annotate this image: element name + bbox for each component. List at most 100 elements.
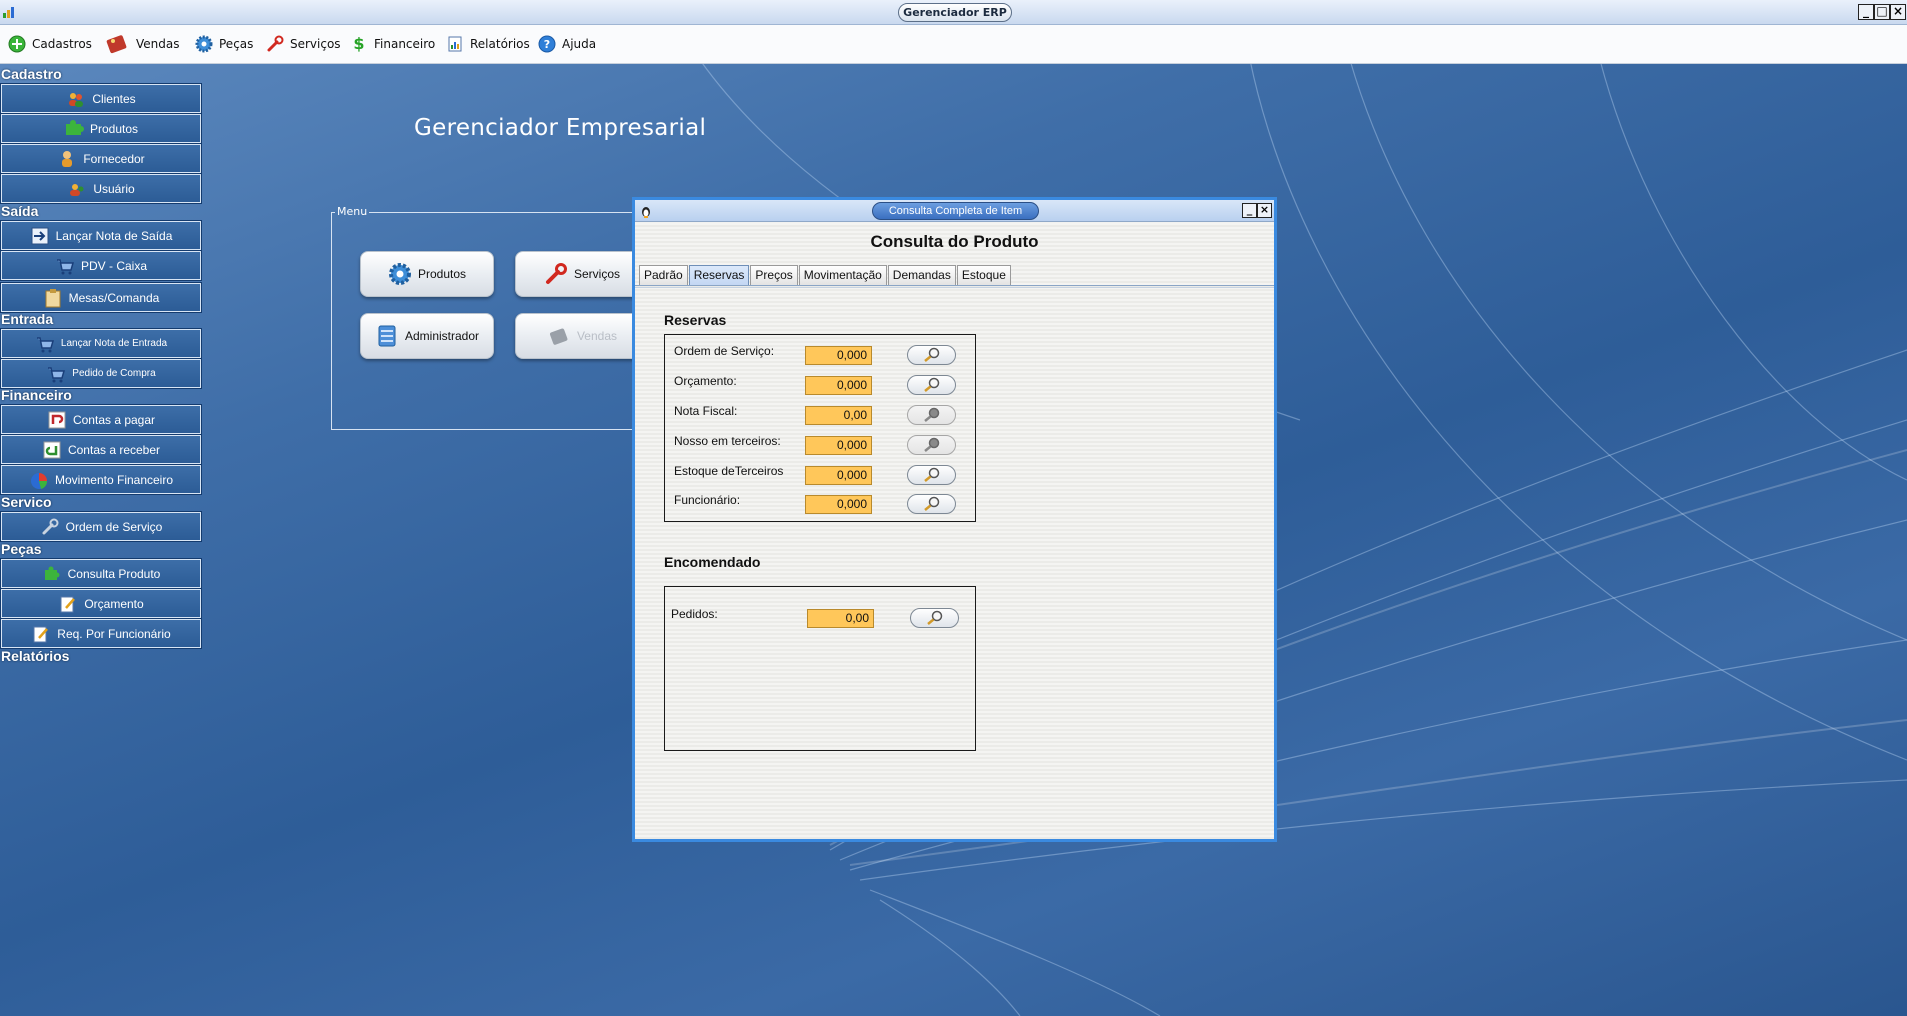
pedidos-label: Pedidos: (671, 607, 718, 621)
receive-icon (43, 441, 61, 458)
wrench-icon (545, 263, 567, 284)
gear-icon (388, 263, 411, 285)
sidebar-item-usuario[interactable]: Usuário (0, 173, 202, 204)
report-icon (448, 36, 462, 52)
sidebar-item-label: Usuário (93, 181, 135, 196)
penguin-icon (642, 207, 650, 218)
consulta-window: Consulta Completa de Item _ × Consulta d… (632, 197, 1277, 842)
sidebar-item-contas-pagar[interactable]: Contas a pagar (0, 404, 202, 435)
wrench-icon (42, 518, 59, 534)
menu-relatorios[interactable]: Relatórios (446, 33, 530, 55)
tab-estoque[interactable]: Estoque (956, 265, 1011, 285)
button-label: Produtos (417, 267, 467, 281)
cart-icon (48, 366, 66, 382)
consulta-tabs: Padrão Reservas Preços Movimentação Dema… (639, 265, 1012, 285)
pedidos-value: 0,00 (807, 609, 874, 628)
tab-reservas[interactable]: Reservas (688, 265, 750, 285)
menu-financeiro[interactable]: $ Financeiro (350, 33, 435, 55)
sidebar-item-lancar-nota-saida[interactable]: Lançar Nota de Saída (0, 220, 202, 251)
button-label: Administrador (404, 329, 480, 343)
sidebar-item-consulta-produto[interactable]: Consulta Produto (0, 558, 202, 589)
close-button[interactable]: × (1890, 4, 1906, 20)
sidebar-item-movimento-financeiro[interactable]: Movimento Financeiro (0, 464, 202, 495)
funcionario-value: 0,000 (805, 495, 872, 514)
produtos-button[interactable]: Produtos (360, 251, 494, 297)
servicos-button[interactable]: Serviços (515, 251, 649, 297)
estoque-terceiros-search-button[interactable] (907, 465, 956, 485)
gear-icon (195, 35, 213, 53)
menu-label: Ajuda (562, 37, 597, 51)
maximize-button[interactable]: □ (1874, 4, 1890, 20)
clipboard-icon (45, 288, 61, 307)
sidebar-item-pdv-caixa[interactable]: PDV - Caixa (0, 250, 202, 281)
wrench-icon (267, 35, 284, 52)
nosso-terceiros-value: 0,000 (805, 436, 872, 455)
menu-ajuda[interactable]: ? Ajuda (538, 33, 596, 55)
consulta-minimize-button[interactable]: _ (1242, 203, 1257, 218)
menu-pecas[interactable]: Peças (195, 33, 253, 55)
orcamento-search-button[interactable] (907, 375, 956, 395)
pedidos-search-button[interactable] (910, 608, 959, 628)
menu-label: Relatórios (470, 37, 530, 51)
ordem-servico-value: 0,000 (805, 346, 872, 365)
window-title: Gerenciador ERP (898, 3, 1012, 22)
ordem-servico-search-button[interactable] (907, 345, 956, 365)
sidebar-group-servico: Servico (1, 494, 52, 510)
sidebar-item-clientes[interactable]: Clientes (0, 83, 202, 114)
sidebar-item-ordem-servico[interactable]: Ordem de Serviço (0, 511, 202, 542)
sidebar-item-label: Pedido de Compra (72, 368, 156, 379)
sidebar-item-contas-receber[interactable]: Contas a receber (0, 434, 202, 465)
sidebar-item-lancar-nota-entrada[interactable]: Lançar Nota de Entrada (0, 328, 202, 359)
svg-text:?: ? (544, 38, 550, 51)
tab-demandas[interactable]: Demandas (887, 265, 956, 285)
consulta-close-button[interactable]: × (1257, 203, 1272, 218)
magnifier-icon (924, 377, 940, 392)
sidebar-group-entrada: Entrada (1, 311, 54, 327)
minimize-button[interactable]: _ (1858, 4, 1874, 20)
sidebar-item-label: Produtos (89, 121, 139, 136)
tab-precos[interactable]: Preços (750, 265, 798, 285)
app-titlebar: Gerenciador ERP _ □ × (0, 0, 1907, 25)
sidebar-item-label: Movimento Financeiro (54, 472, 174, 487)
menu-bar: Cadastros Vendas Peças Serviços $ Financ… (0, 25, 1907, 64)
vendas-button[interactable]: Vendas (515, 313, 649, 359)
menu-vendas[interactable]: Vendas (104, 33, 180, 55)
sidebar-item-produtos[interactable]: Produtos (0, 113, 202, 144)
add-icon (8, 35, 26, 53)
tab-movimentacao[interactable]: Movimentação (798, 265, 887, 285)
consulta-window-titlebar[interactable]: Consulta Completa de Item _ × (635, 200, 1274, 222)
sidebar-item-pedido-compra[interactable]: Pedido de Compra (0, 358, 202, 389)
sidebar-group-pecas: Peças (1, 541, 42, 557)
sidebar-group-relatorios: Relatórios (1, 648, 70, 664)
sidebar-item-req-funcionario[interactable]: Req. Por Funcionário (0, 618, 202, 649)
magnifier-icon (924, 407, 940, 422)
nosso-terceiros-search-button[interactable] (907, 435, 956, 455)
funcionario-search-button[interactable] (907, 494, 956, 514)
sidebar-item-mesas-comanda[interactable]: Mesas/Comanda (0, 282, 202, 313)
sidebar-item-label: Consulta Produto (67, 566, 161, 581)
menu-label: Financeiro (374, 37, 436, 51)
sidebar-item-orcamento[interactable]: Orçamento (0, 588, 202, 619)
menu-label: Cadastros (32, 37, 92, 51)
help-icon: ? (538, 35, 556, 53)
sidebar-item-label: Lançar Nota de Saída (55, 228, 173, 243)
consulta-window-title: Consulta Completa de Item (872, 202, 1039, 220)
menu-label: Serviços (290, 37, 341, 51)
menu-panel-legend: Menu (335, 205, 370, 218)
estoque-terceiros-label: Estoque deTerceiros (674, 464, 784, 478)
menu-cadastros[interactable]: Cadastros (8, 33, 92, 55)
nota-fiscal-search-button[interactable] (907, 405, 956, 425)
menu-panel: Menu Produtos Serviços Administrador Ven… (331, 205, 649, 430)
sale-tag-icon (549, 328, 568, 345)
sidebar-group-saida: Saída (1, 203, 39, 219)
sidebar-item-label: PDV - Caixa (80, 258, 148, 273)
sidebar-item-fornecedor[interactable]: Fornecedor (0, 143, 202, 174)
edit-document-icon (33, 626, 49, 642)
payment-icon (48, 411, 66, 428)
puzzle-icon (65, 119, 84, 135)
administrador-button[interactable]: Administrador (360, 313, 494, 359)
tab-padrao[interactable]: Padrão (639, 265, 688, 285)
menu-servicos[interactable]: Serviços (266, 33, 341, 55)
nota-fiscal-value: 0,00 (805, 406, 872, 425)
sidebar-group-financeiro: Financeiro (1, 387, 72, 403)
